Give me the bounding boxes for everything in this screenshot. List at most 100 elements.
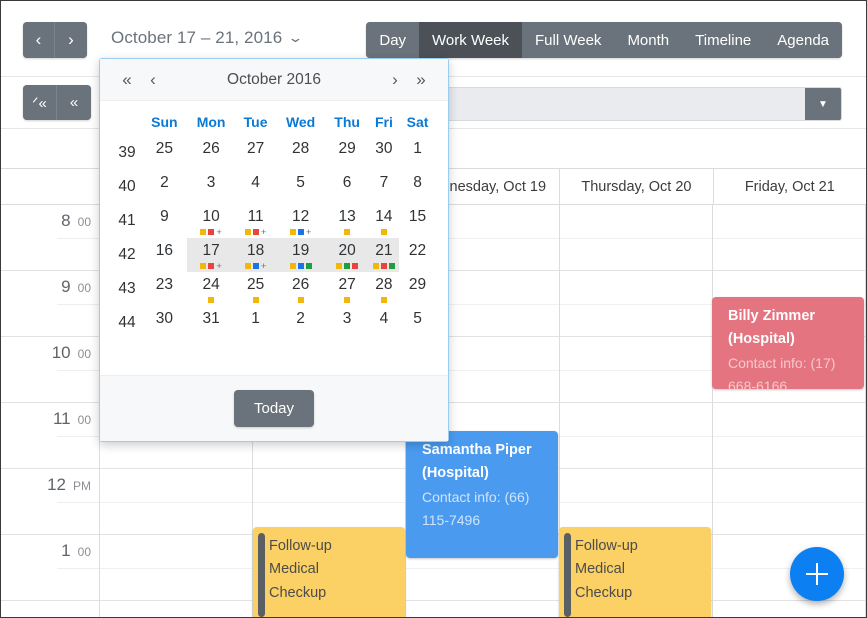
calendar-day-cell[interactable]: 29	[399, 272, 436, 306]
time-hour: 1	[61, 541, 71, 560]
event-accent-bar	[717, 303, 724, 383]
tab-full-week[interactable]: Full Week	[522, 22, 615, 58]
add-event-fab[interactable]	[790, 547, 844, 601]
time-slot-10: 10 00	[1, 337, 99, 403]
first-resource-button[interactable]: ᐟ«	[23, 85, 57, 120]
calendar-day-cell[interactable]: 24	[187, 272, 236, 306]
calendar-day-cell[interactable]: 2	[142, 170, 187, 204]
calendar-day-cell[interactable]: 28	[369, 272, 399, 306]
slot-cell[interactable]	[559, 271, 713, 337]
today-button[interactable]: Today	[233, 390, 315, 427]
calendar-day-cell[interactable]: 12 +	[276, 204, 326, 238]
calendar-day-cell[interactable]: 16	[142, 238, 187, 272]
calendar-day-number: 7	[379, 174, 389, 191]
slot-cell[interactable]	[712, 469, 866, 535]
calendar-day-cell[interactable]: 28	[276, 136, 326, 170]
calendar-day-cell[interactable]: 27	[325, 272, 368, 306]
calendar-day-number: 26	[202, 140, 220, 157]
slot-cell[interactable]	[559, 205, 713, 271]
slot-cell[interactable]	[559, 337, 713, 403]
event-indicator-dots: +	[276, 228, 326, 237]
calendar-day-number: 1	[413, 140, 422, 157]
day-column-friday[interactable]	[712, 205, 866, 617]
tab-timeline[interactable]: Timeline	[682, 22, 765, 58]
calendar-day-cell[interactable]: 25	[142, 136, 187, 170]
event-samantha-piper[interactable]: Samantha Piper (Hospital) Contact info: …	[406, 431, 558, 558]
resource-gutter	[1, 129, 100, 168]
calendar-day-cell[interactable]: 15	[399, 204, 436, 238]
calendar-day-cell[interactable]: 4	[369, 306, 399, 340]
slot-cell[interactable]	[712, 403, 866, 469]
calendar-day-cell[interactable]: 6	[325, 170, 368, 204]
time-slot-12: 12 PM	[1, 469, 99, 535]
calendar-day-number: 27	[246, 140, 265, 157]
next-period-button[interactable]: ›	[55, 22, 87, 58]
calendar-day-cell[interactable]: 3	[187, 170, 236, 204]
calendar-day-number: 24	[187, 276, 236, 303]
calendar-day-cell[interactable]: 8	[399, 170, 436, 204]
tab-day[interactable]: Day	[366, 22, 420, 58]
tab-agenda[interactable]: Agenda	[764, 22, 842, 58]
prev-resource-button[interactable]: «	[57, 85, 91, 120]
calendar-day-cell[interactable]: 30	[142, 306, 187, 340]
calendar-day-cell[interactable]: 18 +	[235, 238, 276, 272]
calendar-day-number: 9	[160, 208, 169, 225]
calendar-day-cell[interactable]: 29	[325, 136, 368, 170]
slot-cell[interactable]	[559, 403, 713, 469]
event-indicator-dots	[276, 297, 326, 303]
event-subtitle: (Hospital)	[422, 465, 489, 482]
calendar-day-cell[interactable]: 25	[235, 272, 275, 306]
time-gutter: 8 00 9 00 10 00 11 00 12 PM 1 00	[1, 205, 100, 617]
calendar-day-cell[interactable]: 14	[369, 204, 399, 238]
calendar-day-cell[interactable]: 26	[276, 272, 326, 306]
picker-prev-year-icon[interactable]: «	[114, 70, 140, 90]
calendar-day-cell[interactable]: 11 +	[235, 204, 275, 238]
calendar-day-cell[interactable]: 23	[142, 272, 187, 306]
calendar-day-cell[interactable]: 4	[235, 170, 275, 204]
calendar-day-cell[interactable]: 30	[369, 136, 399, 170]
calendar-day-cell[interactable]: 1	[399, 136, 436, 170]
day-header-friday[interactable]: Friday, Oct 21	[714, 169, 866, 204]
calendar-day-cell[interactable]: 5	[276, 170, 326, 204]
slot-cell[interactable]	[253, 469, 406, 535]
calendar-day-number: 28	[291, 140, 310, 157]
calendar-day-cell[interactable]: 3	[325, 306, 368, 340]
calendar-day-cell[interactable]: 9	[142, 204, 187, 238]
event-follow-up-wednesday[interactable]: Follow-up Medical Checkup	[253, 527, 405, 617]
calendar-day-cell[interactable]: 27	[235, 136, 275, 170]
chevron-down-icon[interactable]: ▼	[805, 88, 841, 120]
calendar-day-cell[interactable]: 7	[369, 170, 399, 204]
date-range-selector[interactable]: October 17 – 21, 2016 ⌄	[111, 28, 304, 48]
slot-cell[interactable]	[712, 205, 866, 271]
event-billy-zimmer[interactable]: Billy Zimmer (Hospital) Contact info: (1…	[712, 297, 864, 389]
calendar-day-cell[interactable]: 19	[275, 238, 326, 272]
slot-cell[interactable]	[100, 469, 253, 535]
calendar-day-cell[interactable]: 21	[368, 238, 400, 272]
tab-month[interactable]: Month	[614, 22, 683, 58]
calendar-day-number: 25	[155, 140, 173, 157]
calendar-day-cell[interactable]: 31	[187, 306, 236, 340]
calendar-day-cell[interactable]: 10 +	[187, 204, 236, 238]
event-line2: Medical	[269, 561, 319, 578]
time-suffix: PM	[73, 479, 91, 493]
calendar-day-cell[interactable]: 5	[399, 306, 436, 340]
picker-next-year-icon[interactable]: »	[408, 70, 434, 90]
event-follow-up-thursday[interactable]: Follow-up Medical Checkup	[559, 527, 711, 617]
tab-work-week[interactable]: Work Week	[419, 22, 523, 58]
calendar-day-cell[interactable]: 26	[187, 136, 236, 170]
prev-period-button[interactable]: ‹	[23, 22, 55, 58]
event-dot-r	[252, 229, 259, 235]
picker-next-month-icon[interactable]: ›	[382, 70, 408, 90]
event-dot-r	[208, 263, 215, 269]
calendar-day-cell[interactable]: 2	[276, 306, 326, 340]
slot-cell[interactable]	[100, 535, 253, 601]
calendar-day-cell[interactable]: 20	[325, 238, 369, 272]
calendar-day-cell[interactable]: 17 +	[186, 238, 236, 272]
calendar-day-cell[interactable]: 22	[399, 238, 436, 272]
picker-prev-month-icon[interactable]: ‹	[140, 70, 166, 90]
slot-cell[interactable]	[559, 469, 713, 535]
calendar-day-cell[interactable]: 13	[325, 204, 368, 238]
day-header-thursday[interactable]: Thursday, Oct 20	[560, 169, 714, 204]
calendar-day-cell[interactable]: 1	[235, 306, 275, 340]
picker-month-label[interactable]: October 2016	[166, 71, 382, 89]
